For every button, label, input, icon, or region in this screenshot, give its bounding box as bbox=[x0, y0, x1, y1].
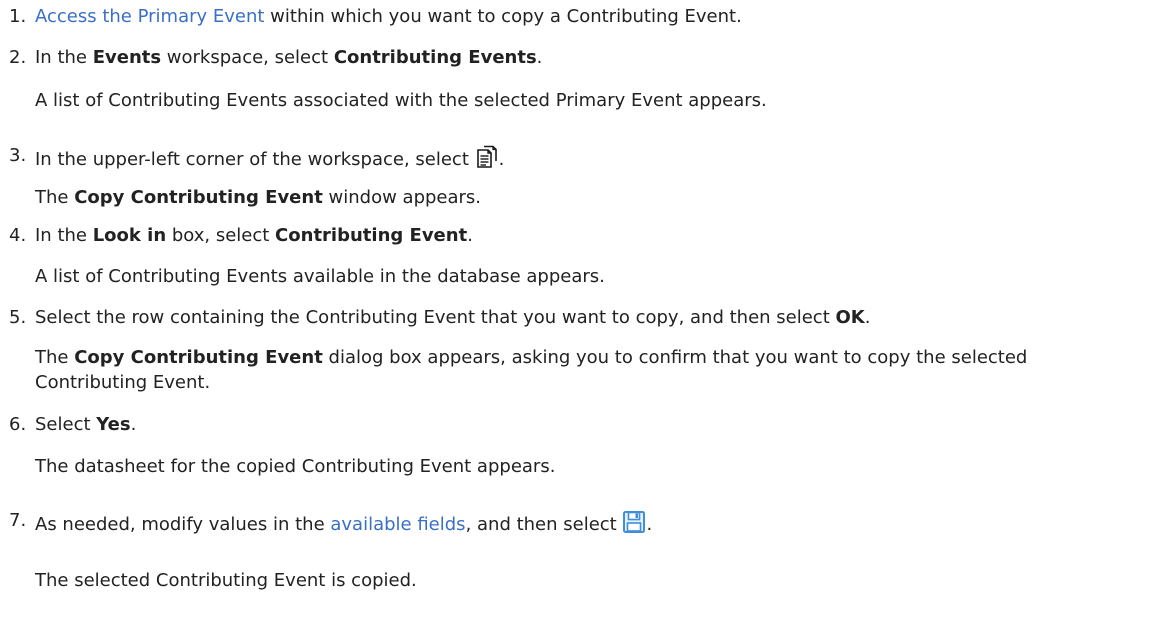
procedure-document: 1. Access the Primary Event within which… bbox=[0, 0, 1157, 630]
step-6-result: The datasheet for the copied Contributin… bbox=[35, 456, 556, 477]
access-primary-event-link[interactable]: Access the Primary Event bbox=[35, 6, 264, 27]
copy-icon[interactable] bbox=[475, 145, 499, 174]
step-3-result: The Copy Contributing Event window appea… bbox=[35, 187, 482, 208]
step-number: 1. bbox=[9, 6, 27, 27]
step-text: As needed, modify values in the availabl… bbox=[35, 510, 652, 539]
step-text: Select the row containing the Contributi… bbox=[35, 307, 871, 328]
step-text: In the Events workspace, select Contribu… bbox=[35, 47, 543, 68]
step-5-result: The Copy Contributing Event dialog box a… bbox=[35, 347, 1028, 393]
save-icon[interactable] bbox=[622, 510, 646, 539]
step-number: 7. bbox=[9, 510, 27, 531]
step-text: Access the Primary Event within which yo… bbox=[35, 6, 742, 27]
step-number: 2. bbox=[9, 47, 27, 68]
step-number: 6. bbox=[9, 414, 27, 435]
step-2-result: A list of Contributing Events associated… bbox=[35, 90, 767, 111]
step-text: In the Look in box, select Contributing … bbox=[35, 225, 473, 246]
step-number: 3. bbox=[9, 145, 27, 166]
step-number: 5. bbox=[9, 307, 27, 328]
step-text: Select Yes. bbox=[35, 414, 137, 435]
step-number: 4. bbox=[9, 225, 27, 246]
step-text: In the upper-left corner of the workspac… bbox=[35, 145, 504, 174]
step-4-result: A list of Contributing Events available … bbox=[35, 266, 605, 287]
available-fields-link[interactable]: available fields bbox=[330, 514, 465, 535]
step-7-result: The selected Contributing Event is copie… bbox=[35, 570, 417, 591]
